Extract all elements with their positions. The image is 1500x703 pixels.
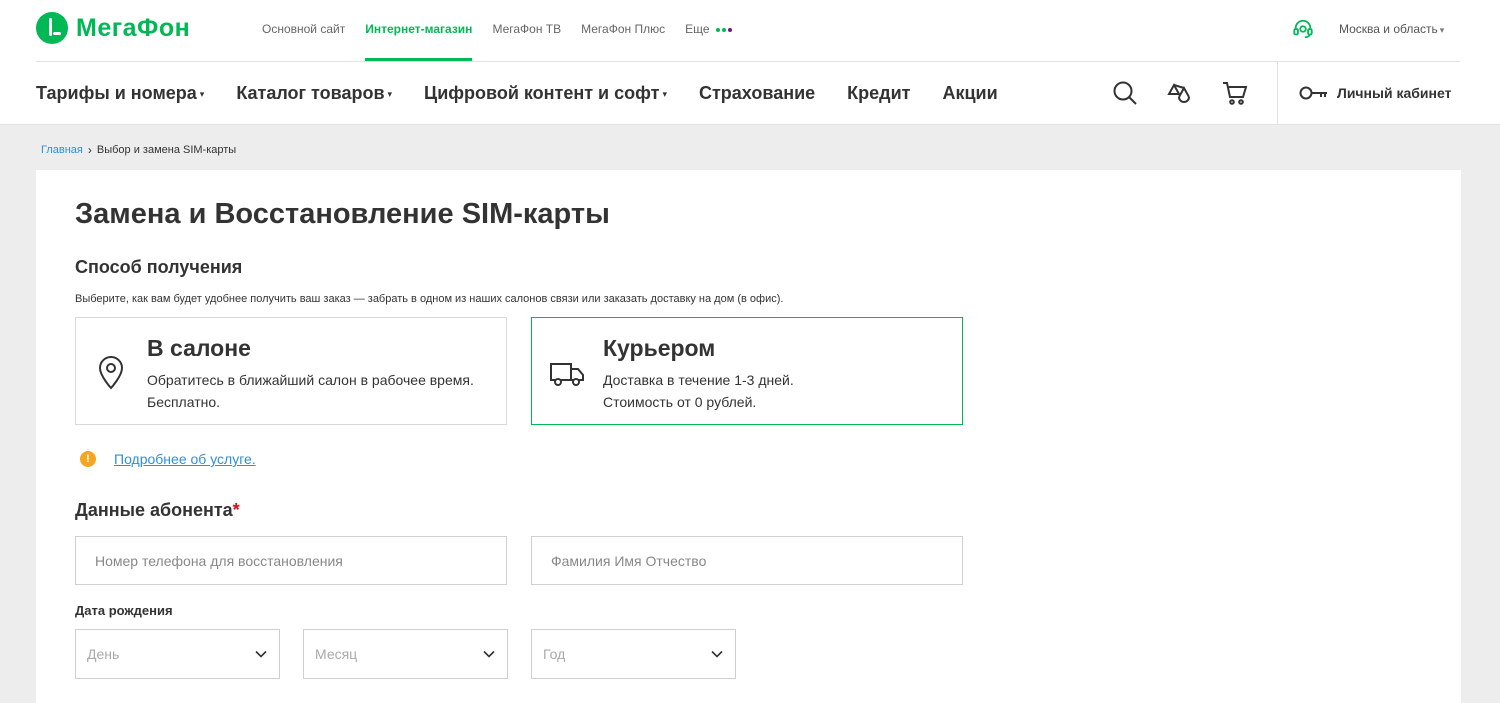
personal-account-label: Личный кабинет bbox=[1337, 85, 1452, 101]
nav-digital-content[interactable]: Цифровой контент и софт ▾ bbox=[424, 83, 667, 104]
subscriber-data-heading: Данные абонента* bbox=[75, 500, 240, 521]
breadcrumb: Главная › Выбор и замена SIM-карты bbox=[41, 143, 236, 157]
nav-tariffs[interactable]: Тарифы и номера ▾ bbox=[36, 83, 204, 104]
service-info-row: ! Подробнее об услуге. bbox=[80, 451, 256, 467]
subnav-megafon-tv[interactable]: МегаФон ТВ bbox=[492, 0, 561, 61]
dob-day-value: День bbox=[87, 646, 120, 662]
option-in-store[interactable]: В салоне Обратитесь в ближайший салон в … bbox=[75, 317, 507, 425]
option-in-store-desc: Обратитесь в ближайший салон в рабочее в… bbox=[147, 372, 474, 410]
compare-icon[interactable] bbox=[1166, 80, 1192, 106]
phone-input[interactable] bbox=[75, 536, 507, 585]
subnav-megafon-plus[interactable]: МегаФон Плюс bbox=[581, 0, 665, 61]
chevron-down-icon bbox=[483, 650, 495, 658]
service-details-link[interactable]: Подробнее об услуге. bbox=[114, 451, 256, 467]
main-nav: Тарифы и номера ▾ Каталог товаров ▾ Цифров… bbox=[36, 62, 1030, 125]
personal-account-button[interactable]: Личный кабинет bbox=[1299, 83, 1451, 103]
warning-icon: ! bbox=[80, 451, 96, 467]
delivery-truck-icon bbox=[550, 363, 584, 386]
cart-icon[interactable] bbox=[1222, 80, 1248, 106]
option-courier-desc-line1: Доставка в течение 1-3 дней. bbox=[603, 372, 794, 388]
breadcrumb-home[interactable]: Главная bbox=[41, 144, 83, 156]
caret-down-icon: ▾ bbox=[662, 88, 667, 99]
support-headset-icon[interactable] bbox=[1292, 18, 1314, 40]
dob-label: Дата рождения bbox=[75, 603, 173, 618]
page-title: Замена и Восстановление SIM-карты bbox=[75, 198, 610, 230]
top-subnav: Основной сайт Интернет-магазин МегаФон Т… bbox=[262, 0, 752, 61]
subnav-more-label: Еще bbox=[685, 22, 710, 36]
required-mark: * bbox=[232, 500, 240, 520]
nav-promotions[interactable]: Акции bbox=[942, 83, 997, 104]
caret-down-icon: ▾ bbox=[199, 88, 205, 99]
nav-catalog-label: Каталог товаров bbox=[236, 83, 385, 103]
nav-digital-content-label: Цифровой контент и софт bbox=[424, 83, 660, 103]
subnav-online-store[interactable]: Интернет-магазин bbox=[365, 0, 473, 61]
site-header: МегаФон Основной сайт Интернет-магазин М… bbox=[0, 0, 1500, 125]
megafon-logo-icon bbox=[36, 12, 68, 44]
subnav-more[interactable]: Еще bbox=[685, 0, 732, 61]
region-label: Москва и область bbox=[1339, 22, 1438, 36]
chevron-right-icon: › bbox=[87, 143, 92, 157]
dob-year-value: Год bbox=[543, 646, 566, 662]
region-selector[interactable]: Москва и область ▾ bbox=[1339, 22, 1444, 36]
megafon-logo[interactable]: МегаФон bbox=[36, 12, 190, 44]
full-name-input[interactable] bbox=[531, 536, 963, 585]
delivery-method-hint: Выберите, как вам будет удобнее получить… bbox=[75, 293, 784, 305]
nav-credit[interactable]: Кредит bbox=[847, 83, 910, 104]
search-icon[interactable] bbox=[1112, 80, 1138, 106]
key-icon bbox=[1299, 86, 1327, 100]
dob-day-select[interactable]: День bbox=[75, 629, 280, 679]
dob-year-select[interactable]: Год bbox=[531, 629, 736, 679]
nav-catalog[interactable]: Каталог товаров ▾ bbox=[236, 83, 392, 104]
chevron-down-icon bbox=[255, 650, 267, 658]
dob-month-value: Месяц bbox=[315, 646, 358, 662]
more-dots-icon bbox=[715, 27, 732, 32]
header-vertical-divider bbox=[1277, 62, 1278, 125]
nav-tariffs-label: Тарифы и номера bbox=[36, 83, 197, 103]
breadcrumb-current: Выбор и замена SIM-карты bbox=[96, 144, 237, 156]
location-pin-icon bbox=[98, 356, 124, 390]
chevron-down-icon bbox=[711, 650, 723, 658]
logo-text: МегаФон bbox=[76, 13, 191, 42]
subnav-main-site[interactable]: Основной сайт bbox=[262, 0, 345, 61]
caret-down-icon: ▾ bbox=[1439, 25, 1445, 35]
caret-down-icon: ▾ bbox=[387, 88, 393, 99]
delivery-method-heading: Способ получения bbox=[75, 257, 243, 277]
option-courier-desc-line2: Стоимость от 0 рублей. bbox=[603, 394, 757, 410]
nav-insurance[interactable]: Страхование bbox=[699, 83, 815, 104]
option-courier-desc: Доставка в течение 1-3 дней. Стоимость о… bbox=[603, 369, 943, 413]
dob-month-select[interactable]: Месяц bbox=[303, 629, 508, 679]
subscriber-data-label: Данные абонента bbox=[75, 500, 233, 520]
option-courier-title: Курьером bbox=[603, 335, 716, 361]
option-in-store-title: В салоне bbox=[147, 335, 251, 361]
option-courier[interactable]: Курьером Доставка в течение 1-3 дней. Ст… bbox=[531, 317, 963, 425]
sim-replacement-form: Замена и Восстановление SIM-карты Способ… bbox=[36, 170, 1461, 703]
